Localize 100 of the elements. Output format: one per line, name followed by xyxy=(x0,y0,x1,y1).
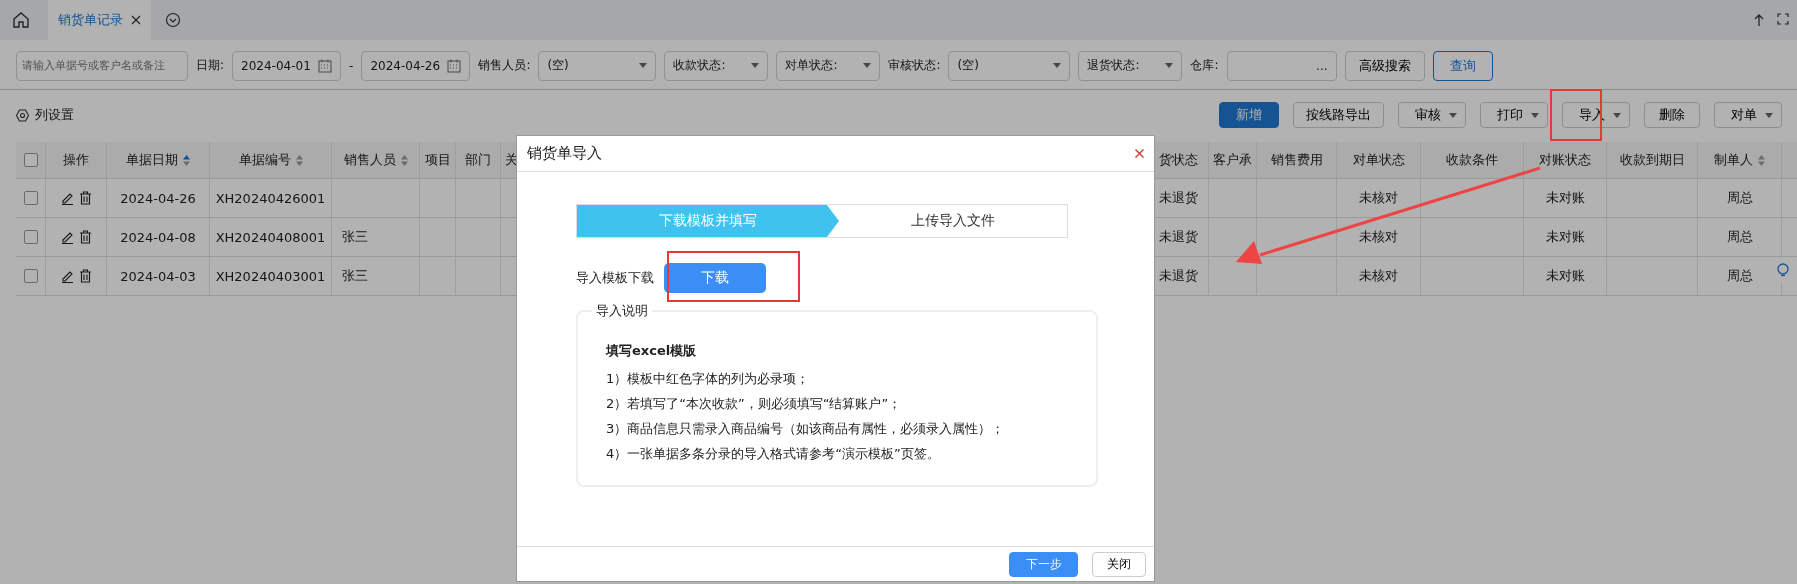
table-cell: 周总 xyxy=(1726,189,1753,207)
page-tab[interactable]: 销货单记录 xyxy=(48,0,151,40)
date-field[interactable]: 2024-04-26 xyxy=(361,50,471,81)
table-cell: 未对账 xyxy=(1545,267,1585,285)
filter-label: 日期: xyxy=(196,57,225,74)
column-header: 客户承 xyxy=(1213,151,1252,169)
note-line: 1）模板中红色字体的列为必录项； xyxy=(606,370,811,388)
trash-icon[interactable] xyxy=(78,230,92,244)
column-header: 关 xyxy=(505,151,518,169)
column-header: 操作 xyxy=(63,151,89,169)
table-cell: XH20240426001 xyxy=(215,190,326,206)
column-header: 制单人 xyxy=(1714,151,1753,169)
checkbox[interactable] xyxy=(23,153,38,167)
notes-title: 填写excel模版 xyxy=(606,342,698,360)
column-header: 对账状态 xyxy=(1539,151,1591,169)
table-cell: 未核对 xyxy=(1359,267,1398,285)
filter-label: 审核状态: xyxy=(888,57,941,74)
arrow-up-icon[interactable] xyxy=(1753,13,1765,27)
filter-label: 销售人员: xyxy=(478,57,531,74)
filter-label: 仓库: xyxy=(1190,57,1219,74)
template-label: 导入模板下载 xyxy=(576,269,654,287)
date-field[interactable]: 2024-04-01 xyxy=(232,50,342,81)
sort-icon[interactable] xyxy=(400,154,408,166)
chevron-circle-icon[interactable] xyxy=(165,12,181,28)
column-header: 单据日期 xyxy=(126,151,178,169)
table-cell: XH20240403001 xyxy=(215,268,326,284)
checkbox[interactable] xyxy=(23,230,38,244)
toolbar-button[interactable]: 删除 xyxy=(1644,102,1700,128)
column-settings-link[interactable]: 列设置 xyxy=(16,106,74,124)
notes-legend: 导入说明 xyxy=(592,302,652,320)
column-header: 单据编号 xyxy=(238,151,291,169)
select-field[interactable]: (空) xyxy=(538,50,657,81)
caret-icon xyxy=(1531,112,1539,118)
table-cell: 未退货 xyxy=(1159,228,1198,246)
toolbar-button[interactable]: 打印 xyxy=(1480,102,1548,128)
column-header: 收款到期日 xyxy=(1619,151,1685,169)
caret-icon xyxy=(1165,63,1174,68)
table-cell: XH20240408001 xyxy=(215,229,326,245)
select-field[interactable]: 对单状态: xyxy=(776,50,881,81)
column-header: 销售人员 xyxy=(343,151,396,169)
note-line: 3）商品信息只需录入商品编号（如该商品有属性，必须录入属性）； xyxy=(606,420,1006,438)
filter-label: - xyxy=(349,58,354,73)
select-field[interactable]: (空) xyxy=(948,50,1071,81)
edit-icon[interactable] xyxy=(60,230,74,244)
query-button[interactable]: 查询 xyxy=(1432,50,1493,81)
checkbox[interactable] xyxy=(23,191,38,205)
caret-icon xyxy=(751,63,760,68)
trash-icon[interactable] xyxy=(78,191,92,205)
dialog-title: 销货单导入 xyxy=(527,144,602,163)
table-cell: 周总 xyxy=(1726,267,1753,285)
toolbar-button[interactable]: 对单 xyxy=(1714,102,1782,128)
home-icon[interactable] xyxy=(12,11,30,29)
warehouse-field[interactable]: ... xyxy=(1226,50,1337,81)
table-cell: 张三 xyxy=(342,228,368,246)
close-icon[interactable] xyxy=(1135,149,1144,158)
calendar-icon[interactable] xyxy=(318,58,333,73)
wizard-step: 上传导入文件 xyxy=(839,205,1067,237)
sort-icon[interactable] xyxy=(183,154,190,166)
select-field[interactable]: 收款状态: xyxy=(664,50,769,81)
toolbar-button[interactable]: 审核 xyxy=(1398,102,1466,128)
edit-icon[interactable] xyxy=(60,191,74,205)
checkbox[interactable] xyxy=(23,269,38,283)
table-cell: 2024-04-03 xyxy=(120,268,196,284)
table-cell: 未对账 xyxy=(1545,189,1585,207)
hexagon-icon xyxy=(16,108,29,122)
table-cell: 周总 xyxy=(1726,228,1753,246)
advanced-search-button[interactable]: 高级搜索 xyxy=(1344,50,1425,81)
table-cell: 未退货 xyxy=(1159,267,1198,285)
table-cell: 未核对 xyxy=(1359,189,1398,207)
trash-icon[interactable] xyxy=(78,269,92,283)
caret-icon xyxy=(863,63,872,68)
caret-icon xyxy=(1765,112,1773,118)
close-icon[interactable] xyxy=(131,15,141,25)
caret-icon xyxy=(1053,63,1062,68)
column-header: 销售费用 xyxy=(1270,151,1323,169)
table-cell: 未退货 xyxy=(1159,189,1198,207)
fullscreen-icon[interactable] xyxy=(1777,13,1789,25)
search-field[interactable]: 请输入单据号或客户名或备注 xyxy=(16,50,188,81)
sort-icon[interactable] xyxy=(295,154,303,166)
table-cell: 2024-04-08 xyxy=(120,229,196,245)
table-cell: 2024-04-26 xyxy=(120,190,196,206)
highlight-box xyxy=(1550,89,1602,141)
table-cell: 张三 xyxy=(342,267,368,285)
wizard-step: 下载模板并填写 xyxy=(577,205,839,237)
select-field[interactable]: 退货状态: xyxy=(1078,50,1183,81)
caret-icon xyxy=(1613,112,1621,118)
column-header: 收款条件 xyxy=(1446,151,1498,169)
edit-icon[interactable] xyxy=(60,269,74,283)
column-header: 货状态 xyxy=(1159,151,1198,169)
note-line: 4）一张单据多条分录的导入格式请参考“演示模板”页签。 xyxy=(606,445,941,463)
sort-icon[interactable] xyxy=(1758,154,1765,166)
column-header: 项目 xyxy=(424,151,451,169)
toolbar-button[interactable]: 新增 xyxy=(1219,102,1279,128)
note-line: 2）若填写了“本次收款”，则必须填写“结算账户”； xyxy=(606,395,903,413)
dialog-button[interactable]: 关闭 xyxy=(1092,551,1146,577)
calendar-icon[interactable] xyxy=(447,58,462,73)
table-cell: 未核对 xyxy=(1359,228,1398,246)
toolbar-button[interactable]: 按线路导出 xyxy=(1293,102,1384,128)
table-cell: 未对账 xyxy=(1545,228,1585,246)
column-header: 部门 xyxy=(465,151,491,169)
